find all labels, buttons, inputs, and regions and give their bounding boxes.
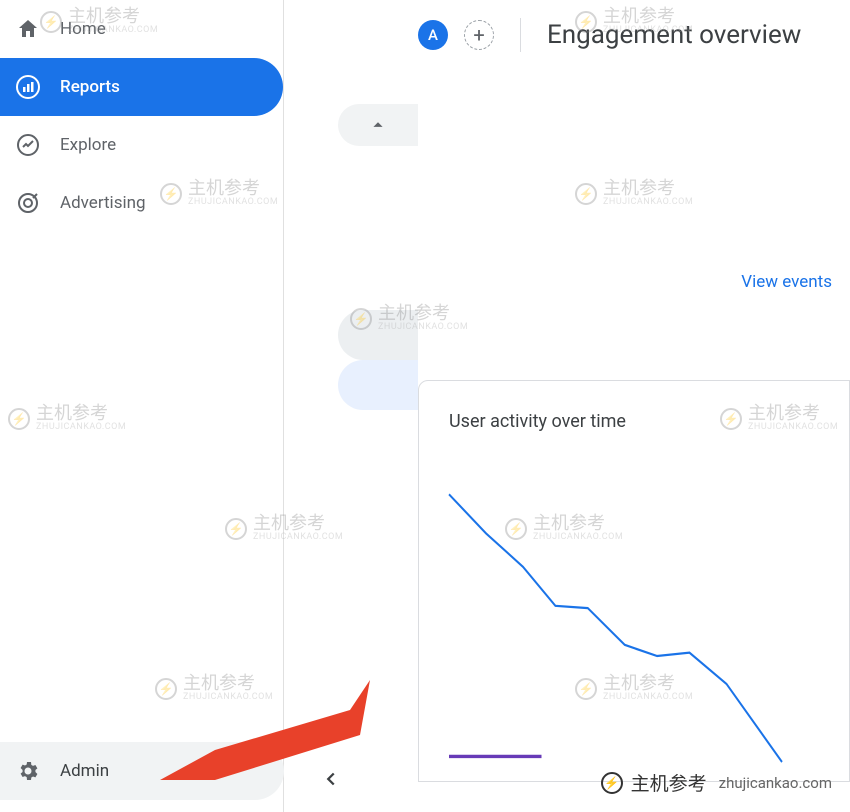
collapse-button[interactable] (338, 104, 418, 146)
chevron-up-icon (367, 114, 389, 136)
header: A + Engagement overview (418, 0, 850, 70)
target-icon (16, 191, 60, 215)
view-events-link[interactable]: View events (741, 272, 832, 292)
sidebar-item-admin[interactable]: Admin (0, 742, 284, 800)
footer-watermark: 主机参考 zhujicankao.com (601, 769, 832, 796)
sidebar-item-reports[interactable]: Reports (0, 58, 283, 116)
trend-icon (16, 133, 60, 157)
home-icon (16, 17, 60, 41)
sidebar-item-label: Explore (60, 135, 116, 155)
sidebar-item-explore[interactable]: Explore (0, 116, 283, 174)
avatar[interactable]: A (418, 20, 448, 50)
chevron-left-icon (320, 768, 342, 790)
user-activity-card: User activity over time (418, 380, 850, 782)
plus-icon: + (473, 23, 484, 47)
gear-icon (16, 759, 60, 783)
sidebar-item-label: Home (60, 19, 106, 39)
main-content: A + Engagement overview View events User… (418, 0, 850, 812)
secondary-item-active[interactable] (338, 360, 418, 410)
secondary-panel (284, 0, 418, 812)
sidebar-item-label: Advertising (60, 193, 146, 213)
sidebar: Home Reports Explore Advertising Admin (0, 0, 284, 812)
back-button[interactable] (320, 768, 342, 794)
card-title: User activity over time (449, 411, 819, 432)
secondary-item-inactive[interactable] (338, 310, 418, 360)
sidebar-item-home[interactable]: Home (0, 0, 283, 58)
page-title: Engagement overview (547, 20, 801, 50)
user-activity-chart (449, 472, 819, 762)
divider (520, 18, 521, 52)
admin-label: Admin (60, 761, 109, 781)
sidebar-item-advertising[interactable]: Advertising (0, 174, 283, 232)
chart-series-blue (449, 494, 782, 762)
sidebar-item-label: Reports (60, 77, 120, 97)
bar-chart-icon (16, 75, 60, 99)
add-comparison-button[interactable]: + (464, 20, 494, 50)
